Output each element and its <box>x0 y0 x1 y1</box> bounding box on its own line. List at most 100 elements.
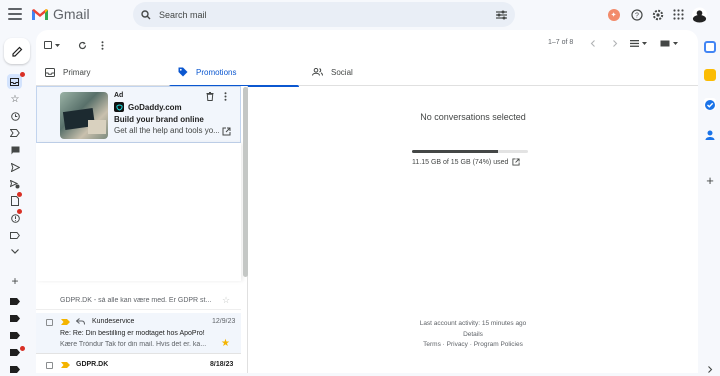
tab-social[interactable]: Social <box>303 58 433 86</box>
top-bar: Gmail Search mail ✦ ? <box>0 0 720 30</box>
tab-primary[interactable]: Primary <box>36 58 166 86</box>
important-marker-icon[interactable] <box>61 319 70 325</box>
important-icon[interactable] <box>8 126 22 140</box>
tab-primary-label: Primary <box>63 67 91 77</box>
email-snippet: GDPR.DK - så alle kan være med. Er GDPR … <box>60 297 212 304</box>
split-pane-icon <box>630 40 639 47</box>
search-bar[interactable]: Search mail <box>133 2 515 27</box>
email-date: 12/9/23 <box>212 318 236 325</box>
chat-icon[interactable] <box>8 143 22 157</box>
label-icon[interactable] <box>8 294 22 308</box>
email-sender: Kundeservice <box>92 318 135 325</box>
ad-headline: Build your brand online <box>114 115 204 124</box>
caret-down-icon <box>642 42 647 45</box>
pager-count: 1–7 of 8 <box>548 39 574 46</box>
table-row[interactable]: Kundeservice 12/9/23 Re: Re: Din bestill… <box>36 313 241 354</box>
tab-social-label: Social <box>331 67 353 77</box>
ad-image <box>60 92 108 139</box>
storage-meter: 11.15 GB of 15 GB (74%) used <box>412 150 528 166</box>
storage-text: 11.15 GB of 15 GB (74%) used <box>412 158 509 166</box>
spam-icon[interactable] <box>8 209 22 225</box>
label-outline-icon[interactable] <box>8 228 22 242</box>
app-name: Gmail <box>53 6 90 22</box>
refresh-icon[interactable] <box>78 41 87 50</box>
reply-icon <box>76 318 85 325</box>
select-checkbox[interactable] <box>44 41 60 49</box>
tab-promotions[interactable]: Promotions <box>169 58 299 87</box>
open-external-icon[interactable] <box>512 158 520 166</box>
storage-bar <box>412 150 528 153</box>
table-row[interactable]: GDPR.DK - så alle kan være med. Er GDPR … <box>36 292 241 310</box>
send-icon[interactable] <box>8 160 22 174</box>
right-rail: + <box>700 30 720 373</box>
label-icon[interactable] <box>8 362 22 376</box>
star-icon[interactable]: ☆ <box>222 295 230 306</box>
caret-down-icon <box>673 42 678 45</box>
ad-label: Ad <box>114 92 124 99</box>
godaddy-icon <box>114 102 124 112</box>
caret-down-icon <box>55 43 60 47</box>
keep-icon[interactable] <box>704 69 716 81</box>
open-external-icon[interactable] <box>222 127 231 136</box>
trash-icon[interactable] <box>206 92 214 101</box>
email-subject: Re: Re: Din bestilling er modtaget hos A… <box>60 330 205 337</box>
avatar[interactable] <box>692 7 707 22</box>
details-link[interactable]: Details <box>248 331 698 338</box>
empty-state-text: No conversations selected <box>420 112 526 122</box>
add-label-icon[interactable]: + <box>8 274 22 288</box>
apps-icon[interactable] <box>671 7 686 22</box>
tasks-icon[interactable] <box>704 98 716 110</box>
add-addon-icon[interactable]: + <box>704 174 716 187</box>
left-rail: ☆ + <box>0 34 30 373</box>
people-icon <box>312 68 323 76</box>
ad-description: Get all the help and tools yo... <box>114 126 219 135</box>
search-icon[interactable] <box>141 9 151 20</box>
chevron-right-icon[interactable] <box>612 40 618 47</box>
last-activity-text: Last account activity: 15 minutes ago <box>419 320 527 327</box>
header-actions: ✦ ? <box>606 7 707 22</box>
email-date: 8/18/23 <box>210 361 234 368</box>
policy-links[interactable]: Terms · Privacy · Program Policies <box>248 341 698 348</box>
settings-icon[interactable] <box>650 7 665 22</box>
contacts-icon[interactable] <box>704 128 716 140</box>
density-toggle[interactable] <box>660 40 678 47</box>
draft-icon[interactable] <box>8 192 22 208</box>
row-checkbox[interactable] <box>46 319 53 326</box>
svg-text:?: ? <box>635 12 639 19</box>
clock-icon[interactable] <box>8 109 22 123</box>
keyboard-icon <box>660 40 670 47</box>
important-marker-icon[interactable] <box>61 362 70 368</box>
row-checkbox[interactable] <box>46 362 53 369</box>
category-tabs: Primary Promotions Social <box>36 58 698 87</box>
chevron-right-icon[interactable] <box>707 366 713 373</box>
tab-promotions-label: Promotions <box>196 67 237 77</box>
split-pane-toggle[interactable] <box>630 40 647 47</box>
star-icon[interactable]: ★ <box>221 338 230 349</box>
label-icon[interactable] <box>8 345 25 359</box>
more-vert-icon[interactable] <box>224 92 227 101</box>
ad-expanded-panel <box>36 143 241 281</box>
calendar-icon[interactable] <box>704 41 716 53</box>
tag-icon <box>178 67 188 77</box>
list-toolbar <box>44 38 104 52</box>
table-row[interactable]: GDPR.DK 8/18/23 <box>36 357 241 373</box>
scheduled-icon[interactable] <box>8 177 22 191</box>
gmail-logo[interactable]: Gmail <box>31 6 90 22</box>
inbox-icon <box>45 67 55 77</box>
inbox-icon[interactable] <box>7 72 25 89</box>
more-vert-icon[interactable] <box>101 40 104 50</box>
storage-bar-fill <box>412 150 498 153</box>
label-icon[interactable] <box>8 311 22 325</box>
chevron-down-icon[interactable] <box>8 244 22 258</box>
gemini-badge-icon[interactable]: ✦ <box>606 7 621 22</box>
chevron-left-icon[interactable] <box>590 40 596 47</box>
ad-brand[interactable]: GoDaddy.com <box>114 102 182 112</box>
search-options-icon[interactable] <box>496 10 507 20</box>
help-icon[interactable]: ? <box>629 7 644 22</box>
ad-brand-name: GoDaddy.com <box>128 102 182 112</box>
star-icon[interactable]: ☆ <box>8 92 22 106</box>
label-icon[interactable] <box>8 328 22 342</box>
email-snippet: Kære Tróndur Tak for din mail. Hvis det … <box>60 341 207 348</box>
menu-icon[interactable] <box>8 8 22 20</box>
search-input[interactable]: Search mail <box>159 10 496 20</box>
